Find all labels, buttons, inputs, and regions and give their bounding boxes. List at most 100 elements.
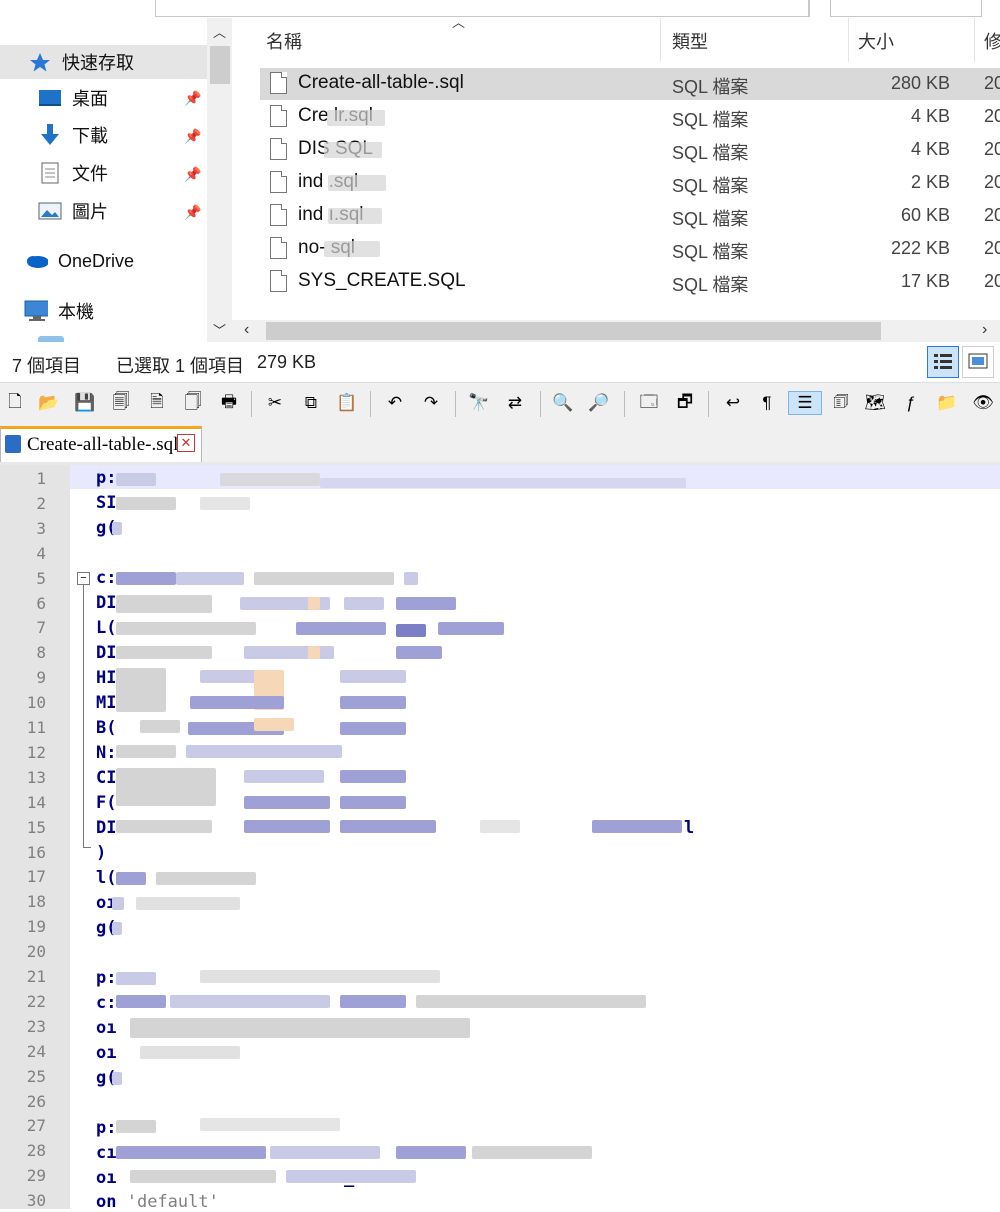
show-all-chars-icon[interactable]: ¶	[754, 391, 780, 415]
large-icons-view-button[interactable]	[962, 346, 994, 378]
redaction-blur	[324, 241, 380, 257]
copy-icon[interactable]: ⧉	[298, 391, 324, 415]
code-text: SI	[96, 493, 117, 513]
monitoring-eye-icon[interactable]: 👁	[970, 391, 996, 415]
close-file-icon[interactable]: 🗎	[144, 391, 170, 415]
word-wrap-icon[interactable]: ↩	[720, 391, 746, 415]
scroll-up-icon[interactable]: ︿	[213, 22, 226, 41]
sql-file-icon	[270, 204, 287, 226]
column-divider[interactable]	[660, 18, 661, 62]
code-text: DI	[96, 818, 117, 838]
code-text: p:	[96, 468, 117, 488]
pin-icon[interactable]: 📌	[184, 204, 201, 221]
sql-file-icon	[270, 105, 287, 127]
nav-label: 圖片	[72, 202, 108, 222]
replace-icon[interactable]: ⇄	[502, 391, 528, 415]
line-number: 20	[26, 942, 46, 962]
code-text: DI	[96, 593, 117, 613]
folder-workspace-icon[interactable]: 📁	[934, 391, 960, 415]
onedrive-cloud-icon	[24, 251, 48, 271]
column-divider[interactable]	[974, 18, 975, 62]
print-icon[interactable]: 🖶	[216, 391, 242, 415]
nav-label: 快速存取	[62, 53, 134, 73]
file-type: SQL 檔案	[672, 143, 749, 163]
nav-scroll-thumb[interactable]	[210, 46, 230, 84]
function-list-icon[interactable]: ƒ	[898, 391, 924, 415]
redaction-blur	[328, 175, 386, 191]
desktop-icon	[38, 88, 62, 108]
sql-file-icon	[270, 270, 287, 292]
nav-item-quick-access[interactable]: 快速存取	[0, 45, 207, 79]
line-number: 30	[26, 1191, 46, 1211]
undo-icon[interactable]: ↶	[382, 391, 408, 415]
code-text: F(	[96, 793, 117, 813]
find-icon[interactable]: 🔭	[466, 391, 492, 415]
quick-access-star-icon	[28, 52, 52, 72]
code-text: B(	[96, 718, 117, 738]
new-file-icon[interactable]: 🗋	[2, 391, 28, 415]
column-header-size[interactable]: 大小	[858, 28, 894, 54]
nav-item-desktop[interactable]: 桌面	[0, 81, 108, 115]
nav-item-this-pc[interactable]: 本機	[0, 294, 94, 328]
pin-icon[interactable]: 📌	[184, 166, 201, 183]
scroll-right-icon[interactable]: ›	[982, 321, 987, 339]
open-file-icon[interactable]: 📂	[36, 391, 62, 415]
fold-collapse-icon[interactable]: −	[77, 572, 90, 585]
fold-line	[83, 585, 84, 847]
file-modified: 20	[984, 205, 1000, 225]
h-scroll-thumb[interactable]	[266, 322, 881, 340]
user-language-icon[interactable]: 🗊	[828, 391, 854, 415]
column-header-modified[interactable]: 修	[984, 28, 1000, 54]
details-view-button[interactable]	[927, 346, 959, 378]
nav-item-documents[interactable]: 文件	[0, 156, 108, 190]
scroll-down-icon[interactable]: ﹀	[213, 320, 226, 339]
sync-horizontal-icon[interactable]: 🗗	[672, 391, 698, 415]
line-number: 22	[26, 991, 46, 1011]
search-box[interactable]	[830, 0, 982, 17]
pin-icon[interactable]: 📌	[184, 90, 201, 107]
line-number: 9	[36, 668, 46, 688]
redo-icon[interactable]: ↷	[418, 391, 444, 415]
paste-icon[interactable]: 📋	[334, 391, 360, 415]
zoom-out-icon[interactable]: 🔎	[586, 391, 612, 415]
toolbar-separator	[540, 391, 541, 417]
nav-label: 文件	[72, 164, 108, 184]
file-row[interactable]: Create-all-table-.sql SQL 檔案 280 KB 20	[260, 68, 1000, 100]
column-divider[interactable]	[848, 18, 849, 62]
saved-file-icon	[5, 435, 21, 453]
indent-guide-icon[interactable]: ☰	[788, 391, 822, 415]
file-modified: 20	[984, 106, 1000, 126]
file-tab[interactable]: Create-all-table-.sql ✕	[0, 426, 202, 462]
download-arrow-icon	[38, 124, 62, 145]
pin-icon[interactable]: 📌	[184, 128, 201, 145]
save-all-icon[interactable]: 🗐	[108, 391, 134, 415]
close-all-icon[interactable]: 🗍	[180, 391, 206, 415]
nav-item-pictures[interactable]: 圖片	[0, 194, 108, 228]
close-tab-icon[interactable]: ✕	[177, 434, 195, 452]
code-text: L(	[96, 618, 117, 638]
file-modified: 20	[984, 238, 1000, 258]
file-list: ︿ 名稱 類型 大小 修 Create-all-table-.sql SQL 檔…	[232, 15, 1000, 320]
toolbar-separator	[370, 391, 371, 417]
save-icon[interactable]: 💾	[72, 391, 98, 415]
toolbar-separator	[251, 391, 252, 417]
sql-file-icon	[270, 171, 287, 193]
code-text: oı	[96, 1043, 117, 1063]
line-number: 7	[36, 618, 46, 638]
file-size: 280 KB	[890, 73, 950, 93]
nav-item-onedrive[interactable]: OneDrive	[0, 244, 134, 278]
line-number: 25	[26, 1066, 46, 1086]
line-number: 27	[26, 1116, 46, 1136]
file-row[interactable]: SYS_CREATE.SQL SQL 檔案 17 KB 20	[260, 266, 1000, 298]
column-header-name[interactable]: 名稱	[266, 28, 302, 54]
address-bar[interactable]	[155, 0, 809, 17]
nav-item-downloads[interactable]: 下載	[0, 118, 108, 152]
tab-label: Create-all-table-.sql	[27, 434, 179, 455]
scroll-left-icon[interactable]: ‹	[244, 321, 249, 339]
column-header-type[interactable]: 類型	[672, 28, 708, 54]
sync-vertical-icon[interactable]: 🗔	[636, 391, 662, 415]
line-number: 11	[26, 718, 46, 737]
zoom-in-icon[interactable]: 🔍	[550, 391, 576, 415]
cut-icon[interactable]: ✂	[262, 391, 288, 415]
doc-map-icon[interactable]: 🗺	[862, 391, 888, 415]
